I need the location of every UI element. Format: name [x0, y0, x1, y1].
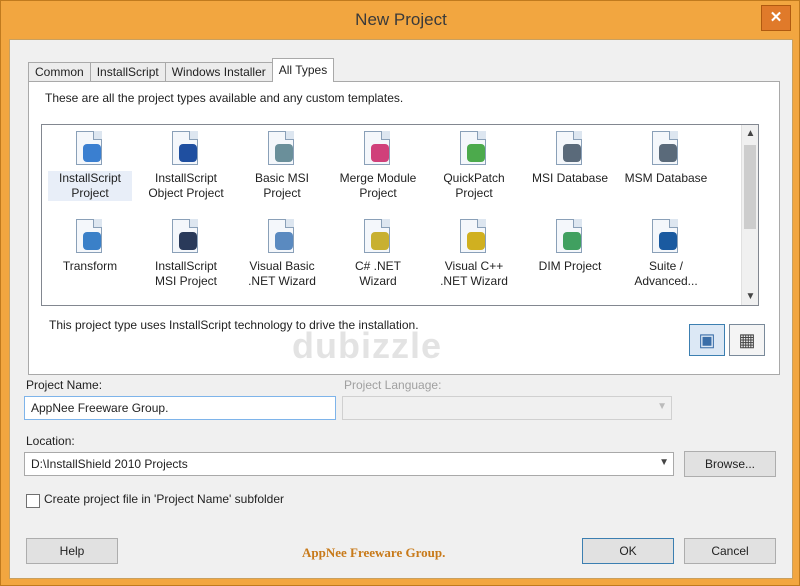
project-type-item[interactable]: Basic MSI Project	[240, 129, 324, 213]
project-type-item[interactable]: InstallScript Project	[48, 129, 132, 213]
chevron-down-icon: ▼	[659, 457, 669, 468]
create-subfolder-checkbox[interactable]	[26, 494, 40, 508]
ok-button[interactable]: OK	[582, 538, 674, 564]
transform-icon	[72, 217, 108, 257]
scroll-thumb[interactable]	[744, 145, 756, 229]
scroll-up-arrow-icon[interactable]: ▲	[742, 125, 758, 142]
tab-installscript[interactable]: InstallScript	[89, 62, 166, 82]
project-type-item[interactable]: MSM Database	[624, 129, 708, 213]
cpp-net-wizard-icon	[456, 217, 492, 257]
project-type-item[interactable]: C# .NET Wizard	[336, 217, 420, 301]
project-type-item[interactable]: InstallScript MSI Project	[144, 217, 228, 301]
new-project-dialog: New Project ✕ Common InstallScript Windo…	[0, 0, 800, 586]
title-bar[interactable]: New Project ✕	[1, 1, 800, 39]
scroll-down-arrow-icon[interactable]: ▼	[742, 288, 758, 305]
project-type-label: Merge Module Project	[339, 171, 417, 200]
project-type-label: QuickPatch Project	[443, 171, 505, 200]
project-type-item[interactable]: Merge Module Project	[336, 129, 420, 213]
details-view-icon: ▦	[738, 330, 756, 350]
project-type-label: Suite / Advanced...	[634, 259, 698, 288]
project-type-item[interactable]: MSI Database	[528, 129, 612, 213]
project-type-label: Transform	[62, 259, 118, 273]
dim-project-icon	[552, 217, 588, 257]
project-name-label: Project Name:	[26, 378, 103, 392]
csharp-net-wizard-icon	[360, 217, 396, 257]
merge-module-icon	[360, 129, 396, 169]
help-button[interactable]: Help	[26, 538, 118, 564]
tab-all-types[interactable]: All Types	[271, 58, 335, 82]
msm-database-icon	[648, 129, 684, 169]
project-type-label: C# .NET Wizard	[354, 259, 401, 288]
project-language-label: Project Language:	[344, 378, 442, 392]
vb-net-wizard-icon	[264, 217, 300, 257]
project-type-label: Visual C++ .NET Wizard	[440, 259, 508, 288]
dialog-client-area: Common InstallScript Windows Installer A…	[9, 39, 793, 579]
project-language-select[interactable]: ▼	[342, 396, 672, 420]
tab-windows-installer[interactable]: Windows Installer	[164, 62, 273, 82]
project-type-label: MSI Database	[531, 171, 609, 185]
project-type-label: InstallScript Object Project	[148, 171, 224, 200]
project-type-label: InstallScript Project	[48, 171, 132, 201]
tab-strip: Common InstallScript Windows Installer A…	[28, 58, 335, 82]
project-type-label: Visual Basic .NET Wizard	[248, 259, 316, 288]
cancel-button[interactable]: Cancel	[684, 538, 776, 564]
location-value: D:\InstallShield 2010 Projects	[31, 457, 188, 471]
window-title: New Project	[355, 10, 447, 29]
project-type-label: InstallScript MSI Project	[154, 259, 218, 288]
installscript-project-icon	[72, 129, 108, 169]
project-type-item[interactable]: DIM Project	[528, 217, 612, 301]
installscript-object-icon	[168, 129, 204, 169]
project-type-item[interactable]: Visual Basic .NET Wizard	[240, 217, 324, 301]
project-type-label: Basic MSI Project	[254, 171, 309, 200]
installscript-msi-icon	[168, 217, 204, 257]
project-type-item[interactable]: Visual C++ .NET Wizard	[432, 217, 516, 301]
browse-button[interactable]: Browse...	[684, 451, 776, 477]
project-type-item[interactable]: Suite / Advanced...	[624, 217, 708, 301]
brand-text: AppNee Freeware Group.	[302, 545, 446, 560]
large-icons-view-icon: ▣	[698, 330, 716, 350]
create-subfolder-label[interactable]: Create project file in 'Project Name' su…	[44, 492, 284, 506]
details-view-button[interactable]: ▦	[729, 324, 765, 356]
vertical-scrollbar[interactable]: ▲ ▼	[741, 125, 758, 305]
location-label: Location:	[26, 434, 75, 448]
project-type-item[interactable]: Transform	[48, 217, 132, 301]
panel-description: These are all the project types availabl…	[45, 91, 404, 105]
project-type-item[interactable]: QuickPatch Project	[432, 129, 516, 213]
project-type-label: MSM Database	[624, 171, 708, 185]
basic-msi-icon	[264, 129, 300, 169]
project-type-item[interactable]: InstallScript Object Project	[144, 129, 228, 213]
chevron-down-icon: ▼	[657, 401, 667, 412]
close-button[interactable]: ✕	[761, 5, 791, 31]
project-type-label: DIM Project	[538, 259, 602, 273]
location-select[interactable]: D:\InstallShield 2010 Projects ▼	[24, 452, 674, 476]
watermark: dubizzle	[292, 325, 442, 366]
suite-advanced-icon	[648, 217, 684, 257]
quickpatch-icon	[456, 129, 492, 169]
tab-common[interactable]: Common	[28, 62, 91, 82]
msi-database-icon	[552, 129, 588, 169]
large-icons-view-button[interactable]: ▣	[689, 324, 725, 356]
project-name-input[interactable]: AppNee Freeware Group.	[24, 396, 336, 420]
project-type-list[interactable]: InstallScript Project InstallScript Objec…	[41, 124, 759, 306]
